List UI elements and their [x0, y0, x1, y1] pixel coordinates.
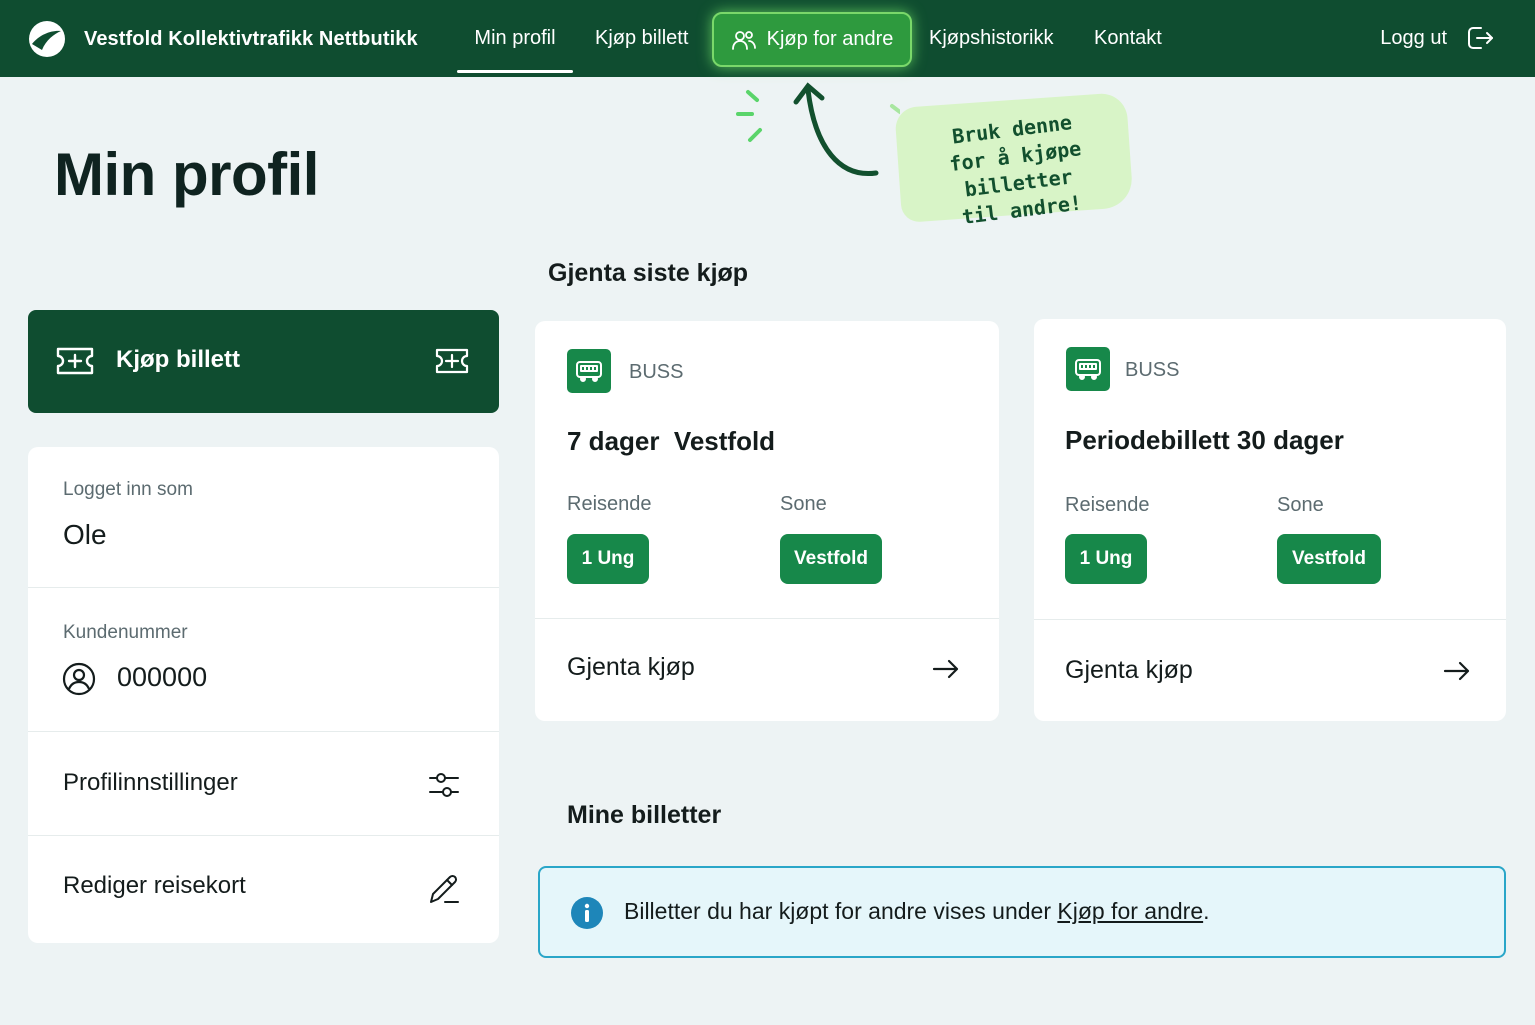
logout-label: Logg ut	[1380, 26, 1447, 49]
logged-in-value: Ole	[63, 519, 107, 550]
logout-button[interactable]: Logg ut	[1380, 22, 1495, 54]
info-text-suffix: .	[1203, 898, 1210, 924]
logout-icon	[1468, 27, 1493, 49]
brand-logo-icon	[29, 21, 65, 57]
ticket-mode: BUSS	[629, 361, 684, 383]
info-icon	[571, 897, 603, 929]
zone-pill: Vestfold	[780, 534, 882, 584]
travellers-pill: 1 Ung	[567, 534, 649, 584]
nav-kjop-for-andre-label: Kjøp for andre	[766, 28, 894, 50]
arrow-right-icon[interactable]	[931, 656, 961, 682]
ticket-title: Periodebillett 30 dager	[1065, 425, 1344, 455]
profile-card: Logget inn som Ole Kundenummer 000000 Pr…	[28, 447, 499, 943]
zone-label: Sone	[780, 493, 827, 515]
brand[interactable]: Vestfold Kollektivtrafikk Nettbutikk	[28, 20, 418, 58]
customer-number-row: Kundenummer 000000	[28, 588, 499, 732]
ticket-title: 7 dager Vestfold	[567, 426, 776, 456]
profile-settings-label: Profilinnstillinger	[63, 769, 238, 796]
bus-badge	[1066, 347, 1110, 391]
travellers-label: Reisende	[567, 493, 652, 515]
profile-settings-link[interactable]: Profilinnstillinger	[28, 732, 499, 836]
edit-travel-card-link[interactable]: Rediger reisekort	[28, 836, 499, 943]
arrow-right-icon[interactable]	[1442, 658, 1472, 684]
top-navigation: Vestfold Kollektivtrafikk Nettbutikk Min…	[0, 0, 1535, 77]
divider	[1034, 619, 1506, 620]
page-title: Min profil	[54, 141, 319, 208]
my-tickets-heading: Mine billetter	[567, 801, 722, 829]
users-icon	[731, 30, 756, 50]
curved-arrow-icon	[736, 82, 900, 177]
info-text: Billetter du har kjøpt for andre vises u…	[624, 898, 1210, 925]
pencil-icon	[430, 874, 459, 903]
bus-icon	[576, 361, 602, 382]
buy-ticket-button[interactable]: Kjøp billett	[28, 310, 499, 413]
repeat-purchase-heading: Gjenta siste kjøp	[548, 259, 749, 287]
repeat-purchase-link[interactable]: Gjenta kjøp	[567, 653, 695, 682]
zone-label: Sone	[1277, 494, 1324, 516]
nav-kjopshistorikk[interactable]: Kjøpshistorikk	[929, 0, 1053, 77]
buy-ticket-label: Kjøp billett	[116, 346, 240, 373]
ticket-mode: BUSS	[1125, 359, 1180, 381]
travellers-pill: 1 Ung	[1065, 534, 1147, 584]
logged-in-label: Logget inn som	[63, 479, 193, 500]
info-link-kjop-for-andre[interactable]: Kjøp for andre	[1057, 898, 1203, 924]
info-text-prefix: Billetter du har kjøpt for andre vises u…	[624, 898, 1058, 924]
zone-pill: Vestfold	[1277, 534, 1381, 584]
divider	[535, 618, 999, 619]
logged-in-row: Logget inn som Ole	[28, 447, 499, 588]
sliders-icon	[429, 773, 459, 797]
travellers-label: Reisende	[1065, 494, 1150, 516]
brand-name: Vestfold Kollektivtrafikk Nettbutikk	[84, 27, 418, 50]
user-circle-icon	[62, 662, 96, 696]
bus-icon	[1075, 359, 1101, 380]
info-box: Billetter du har kjøpt for andre vises u…	[538, 866, 1506, 958]
customer-number-value: 000000	[117, 662, 208, 692]
nav-min-profil[interactable]: Min profil	[457, 0, 573, 77]
nav-kjop-for-andre[interactable]: Kjøp for andre	[712, 12, 912, 67]
edit-travel-card-label: Rediger reisekort	[63, 872, 246, 899]
repeat-card-2: BUSS Periodebillett 30 dager Reisende So…	[1034, 319, 1506, 721]
bus-badge	[567, 349, 611, 393]
repeat-purchase-link[interactable]: Gjenta kjøp	[1065, 656, 1193, 685]
nav-kjop-billett[interactable]: Kjøp billett	[595, 0, 688, 77]
repeat-card-1: BUSS 7 dager Vestfold Reisende Sone 1 Un…	[535, 321, 999, 721]
nav-kontakt[interactable]: Kontakt	[1094, 0, 1162, 77]
ticket-plus-icon	[56, 347, 94, 375]
customer-number-label: Kundenummer	[63, 622, 188, 643]
ticket-plus-icon	[435, 348, 469, 374]
